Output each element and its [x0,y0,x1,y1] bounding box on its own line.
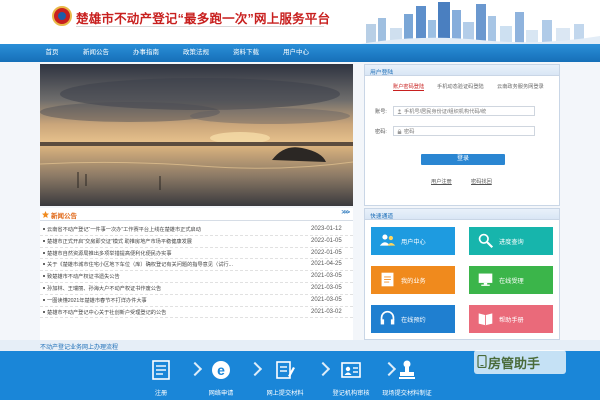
news-item-date: 2021-04-25 [311,261,342,268]
password-input[interactable] [404,128,532,135]
tile-label: 在线预约 [401,317,426,324]
main-nav: 首页 新闻公告 办事指南 政策法规 资料下载 用户中心 [0,44,600,62]
stamp-icon [399,360,415,379]
news-item-date: 2021-03-05 [311,296,342,303]
login-panel: 用户登陆 账户密码登陆 手机动态验证码登陆 云南政务服务网登录 账号: 密码: … [364,64,560,206]
password-label: 密码: [375,129,387,135]
watermark-text: 房管助手 [488,356,541,371]
city-skyline-image [360,0,600,44]
news-header: 新闻公告 >>> [40,208,353,221]
tab-sms-login[interactable]: 手机动态验证码登陆 [437,83,484,90]
banner-lake-photo [40,64,353,206]
emblem-logo-icon [52,6,72,26]
nav-news[interactable]: 新闻公告 [76,44,116,62]
news-item-title[interactable]: 云南省不动产登记“一件事一次办”工作赛平台上线在楚雄市正式启动 [47,226,287,233]
nav-downloads[interactable]: 资料下载 [226,44,266,62]
document-list-icon [381,272,394,287]
news-item-title[interactable]: 楚雄市不动产登记中心关于社创新户受理登记的公告 [47,309,287,316]
step-submit-materials: 网上提交材料 [250,359,320,399]
site-title: 楚雄市不动产登记“最多跑一次”网上服务平台 [76,12,331,26]
phone-icon [477,355,487,368]
tile-online-appointment[interactable]: 在线预约 [371,305,455,333]
edit-document-icon [276,361,295,379]
news-item[interactable]: 致楚雄市不动产权证书遗失公告 2021-03-05 [40,271,353,283]
tile-label: 在线受理 [499,278,524,285]
news-item-title[interactable]: 一图读懂2021年楚雄市春节不打烊办件大事 [47,297,287,304]
id-card-icon [341,362,361,378]
account-label: 账号: [375,109,387,115]
news-title: 新闻公告 [51,213,77,220]
tile-label: 进度查询 [499,239,524,246]
star-icon [42,211,49,218]
register-link[interactable]: 用户注册 [431,178,452,185]
news-item-title[interactable]: 孙加林、王瑞丽、孙海大户不动产权证书作废公告 [47,285,287,292]
tile-help-manual[interactable]: 帮助手册 [469,305,553,333]
step-online-apply: e 网络申请 [186,359,256,399]
news-item[interactable]: 孙加林、王瑞丽、孙海大户不动产权证书作废公告 2021-03-05 [40,283,353,295]
lock-icon [397,129,402,134]
magnifier-icon [478,233,494,249]
login-button[interactable]: 登录 [421,154,505,165]
account-input[interactable] [404,108,532,115]
user-icon [397,109,402,114]
news-item-date: 2022-01-05 [311,249,342,256]
login-panel-title: 用户登陆 [370,70,394,76]
quick-channel-title: 快速通道 [370,214,394,220]
password-field [393,126,535,136]
nav-policy[interactable]: 政策法规 [176,44,216,62]
login-panel-header: 用户登陆 [365,65,559,76]
news-item-title[interactable]: 关于《楚雄市城市住宅小区地下车位（库）确权登记有关问题的指导意见（试行... [47,261,287,268]
news-item[interactable]: 一图读懂2021年楚雄市春节不打烊办件大事 2021-03-05 [40,295,353,307]
news-item-date: 2021-03-02 [311,308,342,315]
tab-gov-portal-login[interactable]: 云南政务服务网登录 [497,83,544,90]
news-item[interactable]: 楚雄市正式开启“交房即交证”模式 助推房地产市场平稳健康发展 2022-01-05 [40,236,353,248]
tab-password-login[interactable]: 账户密码登陆 [393,83,425,91]
step-label: 现场提交材料制证 [382,390,432,397]
step-label: 网络申请 [208,390,234,397]
forgot-password-link[interactable]: 密码找回 [471,178,492,185]
nav-user-center[interactable]: 用户中心 [276,44,316,62]
news-item-title[interactable]: 楚雄市正式开启“交房即交证”模式 助推房地产市场平稳健康发展 [47,238,287,245]
news-list: 云南省不动产登记“一件事一次办”工作赛平台上线在楚雄市正式启动 2023-01-1… [40,224,353,319]
form-icon [152,360,170,380]
news-item-date: 2021-03-05 [311,273,342,280]
step-onsite-certificate: 现场提交材料制证 [372,359,442,399]
news-panel: 新闻公告 >>> 云南省不动产登记“一件事一次办”工作赛平台上线在楚雄市正式启动… [40,208,353,340]
account-field [393,106,535,116]
headset-icon [380,310,395,325]
tile-label: 用户中心 [401,239,426,246]
news-item[interactable]: 楚雄市不动产登记中心关于社创新户受理登记的公告 2021-03-02 [40,307,353,319]
news-item-date: 2023-01-12 [311,226,342,232]
svg-text:e: e [217,362,225,378]
quick-channel-panel: 快速通道 用户中心 进度查询 我的业务 在线受理 在线预约 帮助手册 [364,208,560,340]
book-icon [478,313,493,326]
process-title: 不动产登记业务网上办理流程 [40,345,119,351]
tile-my-business[interactable]: 我的业务 [371,266,455,294]
tile-user-center[interactable]: 用户中心 [371,227,455,255]
site-header: 楚雄市不动产登记“最多跑一次”网上服务平台 [0,0,600,44]
monitor-icon [478,273,493,286]
step-label: 网上提交材料 [266,390,304,397]
nav-home[interactable]: 首页 [36,44,68,62]
tile-progress-query[interactable]: 进度查询 [469,227,553,255]
news-item-title[interactable]: 致楚雄市不动产权证书遗失公告 [47,273,287,280]
users-icon [379,234,396,246]
title-divider [76,26,324,27]
internet-explorer-icon: e [212,361,230,379]
news-more-link[interactable]: >>> [341,210,349,216]
news-item-title[interactable]: 楚雄市自然资源局推出多项举措提高便利化便民办实事 [47,250,287,257]
news-item[interactable]: 关于《楚雄市城市住宅小区地下车位（库）确权登记有关问题的指导意见（试行... 20… [40,259,353,272]
watermark-badge: 房管助手 [474,350,566,374]
news-item-date: 2022-01-05 [311,237,342,244]
tile-label: 帮助手册 [499,317,524,324]
news-item[interactable]: 云南省不动产登记“一件事一次办”工作赛平台上线在楚雄市正式启动 2023-01-1… [40,224,353,236]
news-item[interactable]: 楚雄市自然资源局推出多项举措提高便利化便民办实事 2022-01-05 [40,248,353,260]
news-item-date: 2021-03-05 [311,284,342,291]
tile-label: 我的业务 [401,278,426,285]
tile-online-acceptance[interactable]: 在线受理 [469,266,553,294]
quick-channel-header: 快速通道 [365,209,559,220]
nav-guide[interactable]: 办事指南 [126,44,166,62]
